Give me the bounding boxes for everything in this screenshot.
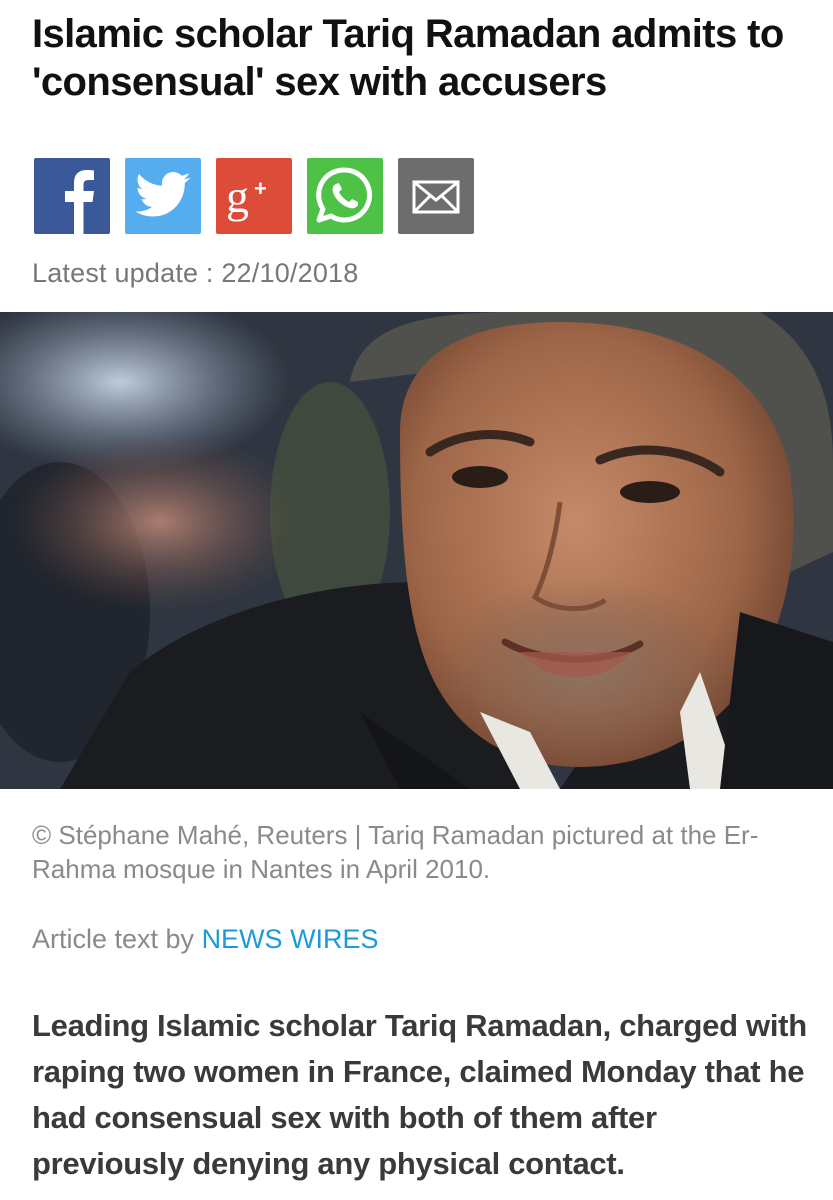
article-headline: Islamic scholar Tariq Ramadan admits to … — [32, 12, 784, 104]
photo-illustration — [0, 312, 833, 789]
photo-caption: © Stéphane Mahé, Reuters | Tariq Ramadan… — [32, 820, 759, 884]
facebook-icon — [65, 170, 94, 234]
byline-source-link[interactable]: NEWS WIRES — [202, 924, 379, 954]
article-byline: Article text by NEWS WIRES — [32, 924, 379, 955]
share-email-button[interactable] — [398, 158, 474, 234]
article-photo — [0, 312, 833, 789]
byline-prefix: Article text by — [32, 924, 202, 954]
share-google-plus-button[interactable]: g + — [216, 158, 292, 234]
share-facebook-button[interactable] — [34, 158, 110, 234]
share-bar: g + — [34, 158, 474, 234]
latest-update: Latest update : 22/10/2018 — [32, 258, 359, 288]
svg-text:+: + — [254, 176, 267, 201]
whatsapp-icon — [316, 167, 373, 223]
google-plus-icon: g + — [226, 171, 267, 222]
svg-text:g: g — [226, 171, 249, 222]
twitter-icon — [135, 172, 191, 217]
email-icon — [412, 180, 460, 214]
share-whatsapp-button[interactable] — [307, 158, 383, 234]
share-twitter-button[interactable] — [125, 158, 201, 234]
article-lead-paragraph: Leading Islamic scholar Tariq Ramadan, c… — [32, 1008, 807, 1181]
